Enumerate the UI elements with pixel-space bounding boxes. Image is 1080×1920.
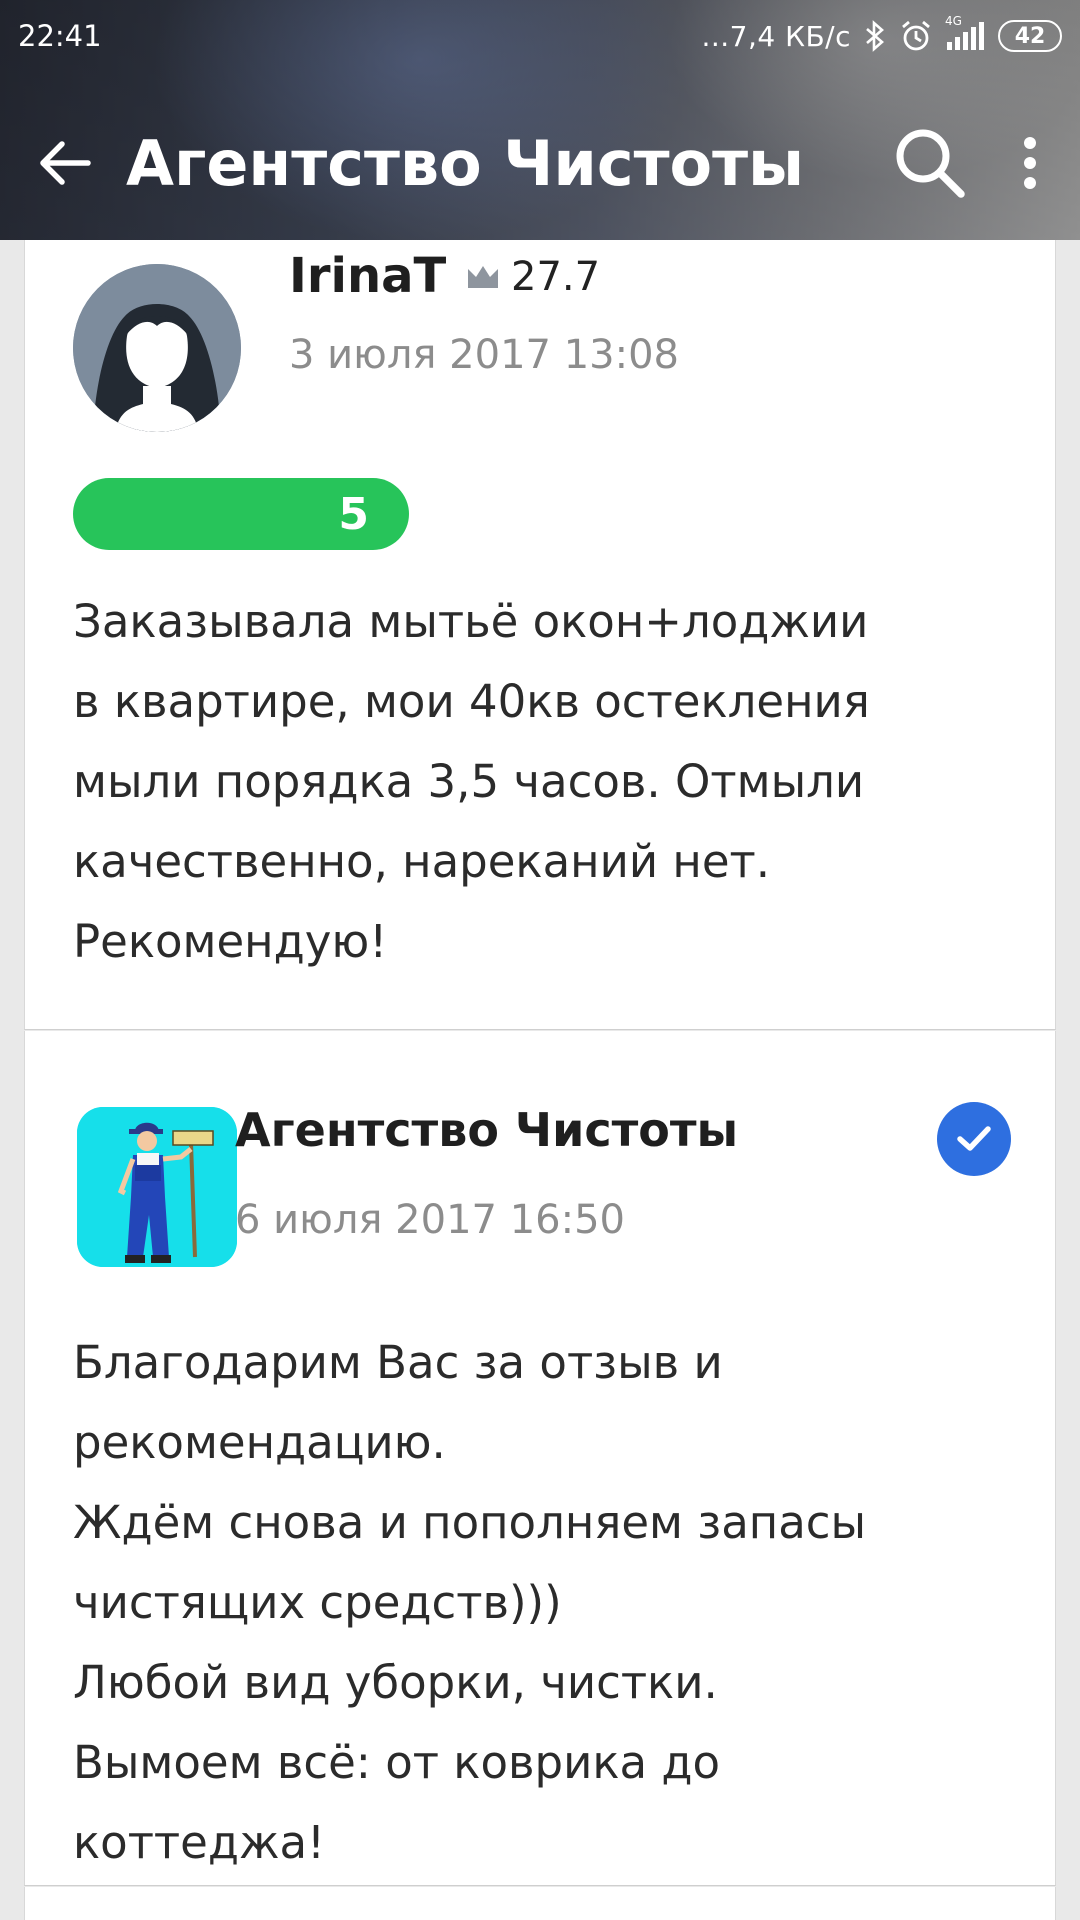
more-options-button[interactable] <box>980 108 1080 218</box>
screen: 22:41 ...7,4 КБ/с 4G 42 Агентство Чистот… <box>0 0 1080 1920</box>
more-vert-icon <box>1024 137 1036 189</box>
cleaner-logo-icon <box>77 1107 237 1267</box>
score-value: 5 <box>338 488 369 540</box>
bluetooth-icon <box>866 20 884 52</box>
company-name[interactable]: Агентство Чистоты <box>235 1103 738 1157</box>
page-title: Агентство Чистоты <box>126 126 805 200</box>
female-avatar-icon <box>73 264 241 432</box>
alarm-icon <box>902 20 930 51</box>
next-review-card <box>24 1887 1056 1920</box>
search-button[interactable] <box>880 108 980 218</box>
review-text: Заказывала мытьё окон+лоджии в квартире,… <box>73 595 870 968</box>
review-date: 3 июля 2017 13:08 <box>289 332 679 378</box>
verified-badge <box>937 1102 1011 1176</box>
status-bar: 22:41 ...7,4 КБ/с 4G 42 <box>0 0 1080 72</box>
status-time: 22:41 <box>18 19 102 53</box>
status-icons: ...7,4 КБ/с 4G 42 <box>701 14 1062 53</box>
crown-icon <box>468 266 498 288</box>
author-rating: 27.7 <box>465 254 600 300</box>
review-author-name[interactable]: IrinaT <box>289 248 446 304</box>
avatar[interactable] <box>73 264 241 432</box>
battery-icon: 42 <box>998 20 1062 52</box>
back-button[interactable] <box>0 108 130 218</box>
search-icon <box>896 129 965 198</box>
checkmark-icon <box>957 1126 991 1151</box>
company-logo[interactable] <box>77 1107 237 1267</box>
app-bar: Агентство Чистоты <box>0 108 1080 218</box>
network-type: 4G <box>945 14 962 28</box>
reply-date: 6 июля 2017 16:50 <box>235 1197 625 1243</box>
rating-value: 27.7 <box>511 254 601 300</box>
network-speed: ...7,4 КБ/с <box>701 19 851 53</box>
header: 22:41 ...7,4 КБ/с 4G 42 Агентство Чистот… <box>0 0 1080 240</box>
reply-text: Благодарим Вас за отзыв и рекомендацию. … <box>73 1336 867 1869</box>
review-card: IrinaT 27.7 3 июля 2017 13:08 5 Заказыва… <box>24 200 1056 1030</box>
signal-icon: 4G <box>945 14 984 50</box>
company-reply-card: Агентство Чистоты 6 июля 2017 16:50 Благ… <box>24 1031 1056 1886</box>
score-badge: 5 <box>73 478 409 550</box>
back-arrow-icon <box>40 141 91 185</box>
